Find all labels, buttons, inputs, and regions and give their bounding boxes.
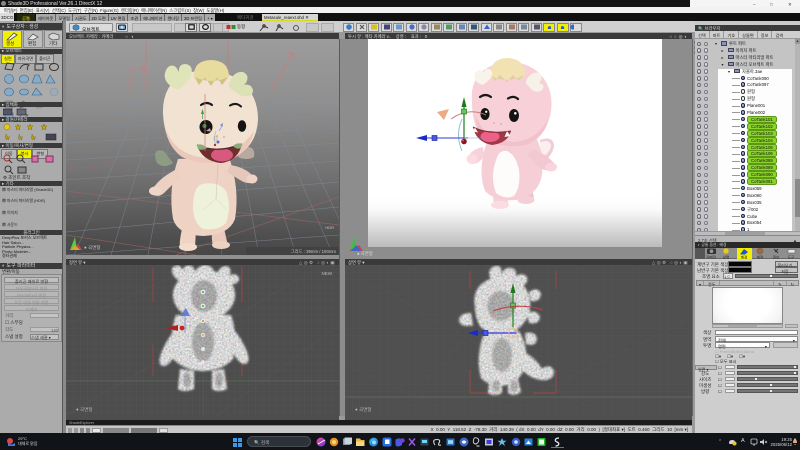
svg-text:● 곡면형: ● 곡면형 — [355, 406, 371, 413]
svg-text:HDR: HDR — [325, 225, 334, 230]
svg-text:NEW: NEW — [322, 271, 333, 276]
svg-text:● 곡면형: ● 곡면형 — [84, 244, 100, 251]
svg-text:● 곡면형: ● 곡면형 — [76, 406, 92, 413]
